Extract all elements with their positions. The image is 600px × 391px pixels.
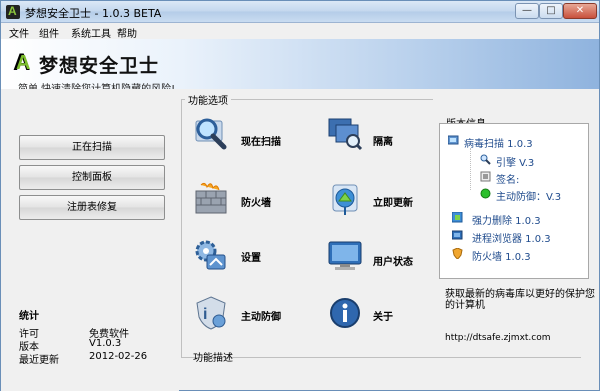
virus-scan-version: 病毒扫描 1.0.3 (464, 139, 533, 150)
maximize-button[interactable]: □ (539, 3, 563, 19)
description-frame-line (181, 357, 581, 358)
user-monitor-icon[interactable] (327, 237, 363, 273)
proactive-defense-label[interactable]: 主动防御 (241, 308, 281, 323)
menu-components[interactable]: 组件 (39, 25, 59, 40)
settings-gear-icon[interactable] (193, 237, 229, 273)
quarantine-monitor-icon[interactable] (327, 115, 363, 151)
engine-version: 引擎 V.3 (496, 158, 535, 169)
features-frame-left (181, 99, 182, 357)
update-globe-icon[interactable] (327, 181, 363, 217)
scan-now-button[interactable]: 正在扫描 (19, 135, 165, 160)
app-window: 梦想安全卫士 - 1.0.3 BETA — □ ✕ 文件 组件 系统工具 帮助 … (0, 0, 600, 391)
stat-version-value: V1.0.3 (89, 338, 122, 349)
minimize-button[interactable]: — (515, 3, 539, 19)
engine-magnifier-icon (480, 154, 491, 165)
app-logo-icon (6, 4, 20, 19)
stat-updated-label: 最近更新 (19, 355, 59, 366)
proactive-version: 主动防御：V.3 (496, 192, 562, 203)
user-status-label[interactable]: 用户状态 (373, 253, 413, 268)
update-now-label[interactable]: 立即更新 (373, 194, 413, 209)
green-status-icon (480, 188, 491, 199)
title-bar[interactable]: 梦想安全卫士 - 1.0.3 BETA — □ ✕ (1, 1, 599, 23)
scan-magnifier-icon[interactable] (193, 115, 229, 151)
menu-system-tools[interactable]: 系统工具 (71, 25, 111, 40)
quarantine-label[interactable]: 隔离 (373, 133, 393, 148)
menu-help[interactable]: 帮助 (117, 25, 137, 40)
description-text: 获取最新的病毒库以更好的保护您的计算机 (445, 289, 595, 311)
process-browser-icon (452, 230, 463, 240)
firewall-wall-icon[interactable] (193, 181, 229, 217)
menu-bar: 文件 组件 系统工具 帮助 (1, 23, 599, 40)
firewall-shield-icon (452, 248, 463, 259)
about-label[interactable]: 关于 (373, 308, 393, 323)
firewall-label[interactable]: 防火墙 (241, 194, 271, 209)
close-button[interactable]: ✕ (563, 3, 597, 19)
stat-updated-value: 2012-02-26 (89, 351, 148, 362)
about-info-icon[interactable] (327, 295, 363, 331)
version-info-box: 病毒扫描 1.0.3 引擎 V.3 签名: 主动防御：V.3 强力删除 1.0.… (439, 123, 589, 279)
window-title: 梦想安全卫士 - 1.0.3 BETA (25, 7, 162, 20)
proactive-shield-icon[interactable]: i (193, 295, 229, 331)
control-panel-button[interactable]: 控制面板 (19, 165, 165, 190)
app-name: 梦想安全卫士 (39, 55, 160, 77)
svg-text:i: i (203, 306, 207, 323)
signature-icon (480, 171, 491, 182)
settings-label[interactable]: 设置 (241, 249, 261, 264)
process-browser-version: 进程浏览器 1.0.3 (472, 234, 551, 245)
registry-repair-button[interactable]: 注册表修复 (19, 195, 165, 220)
features-section-label: 功能选项 (185, 92, 231, 107)
brand-logo-icon: AA (13, 49, 31, 76)
force-delete-version: 强力删除 1.0.3 (472, 216, 541, 227)
tree-line (470, 148, 471, 190)
firewall-version: 防火墙 1.0.3 (472, 252, 531, 263)
force-delete-icon (452, 212, 463, 223)
stats-box: 许可 免费软件 版本 V1.0.3 最近更新 2012-02-26 (13, 319, 163, 369)
virus-scan-icon (448, 135, 459, 145)
menu-file[interactable]: 文件 (9, 25, 29, 40)
website-link[interactable]: http://dtsafe.zjmxt.com (445, 333, 551, 343)
scan-now-label[interactable]: 现在扫描 (241, 133, 281, 148)
signature-label: 签名: (496, 175, 520, 186)
description-section-label: 功能描述 (193, 353, 233, 364)
